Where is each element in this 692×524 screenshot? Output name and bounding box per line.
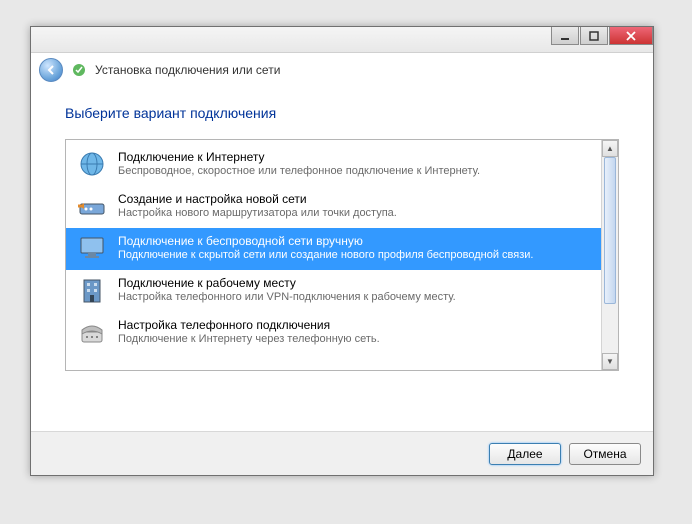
option-title: Подключение к беспроводной сети вручную [118, 234, 533, 248]
option-item[interactable]: Создание и настройка новой сетиНастройка… [66, 186, 601, 228]
page-heading: Выберите вариант подключения [65, 105, 619, 121]
maximize-button[interactable] [580, 27, 608, 45]
phone-icon [76, 316, 108, 348]
monitor-icon [76, 232, 108, 264]
content-area: Выберите вариант подключения Подключение… [31, 87, 653, 381]
scroll-up-button[interactable]: ▲ [602, 140, 618, 157]
option-desc: Подключение к скрытой сети или создание … [118, 249, 533, 261]
option-text: Подключение к беспроводной сети вручнуюП… [118, 232, 533, 261]
option-item[interactable]: Подключение к ИнтернетуБеспроводное, ско… [66, 144, 601, 186]
scroll-track[interactable] [602, 157, 618, 353]
cancel-button[interactable]: Отмена [569, 443, 641, 465]
option-text: Подключение к рабочему местуНастройка те… [118, 274, 456, 303]
scroll-thumb[interactable] [604, 157, 616, 304]
titlebar [31, 27, 653, 53]
globe-icon [76, 148, 108, 180]
wizard-window: Установка подключения или сети Выберите … [30, 26, 654, 476]
option-desc: Настройка телефонного или VPN-подключени… [118, 291, 456, 303]
back-button[interactable] [39, 58, 63, 82]
minimize-button[interactable] [551, 27, 579, 45]
router-icon [76, 190, 108, 222]
option-item[interactable]: Подключение к рабочему местуНастройка те… [66, 270, 601, 312]
option-title: Создание и настройка новой сети [118, 192, 397, 206]
option-text: Подключение к ИнтернетуБеспроводное, ско… [118, 148, 480, 177]
option-desc: Беспроводное, скоростное или телефонное … [118, 165, 480, 177]
close-button[interactable] [609, 27, 653, 45]
option-title: Подключение к рабочему месту [118, 276, 456, 290]
option-text: Создание и настройка новой сетиНастройка… [118, 190, 397, 219]
option-text: Настройка телефонного подключенияПодключ… [118, 316, 380, 345]
header-title: Установка подключения или сети [95, 63, 280, 77]
option-item[interactable]: Подключение к беспроводной сети вручнуюП… [66, 228, 601, 270]
option-desc: Подключение к Интернету через телефонную… [118, 333, 380, 345]
network-icon [71, 62, 87, 78]
next-button[interactable]: Далее [489, 443, 561, 465]
option-title: Подключение к Интернету [118, 150, 480, 164]
scrollbar: ▲ ▼ [601, 140, 618, 370]
options-listbox: Подключение к ИнтернетуБеспроводное, ско… [65, 139, 619, 371]
option-item[interactable]: Настройка телефонного подключенияПодключ… [66, 312, 601, 354]
scroll-down-button[interactable]: ▼ [602, 353, 618, 370]
option-title: Настройка телефонного подключения [118, 318, 380, 332]
footer: Далее Отмена [31, 431, 653, 475]
header: Установка подключения или сети [31, 53, 653, 87]
building-icon [76, 274, 108, 306]
option-desc: Настройка нового маршрутизатора или точк… [118, 207, 397, 219]
